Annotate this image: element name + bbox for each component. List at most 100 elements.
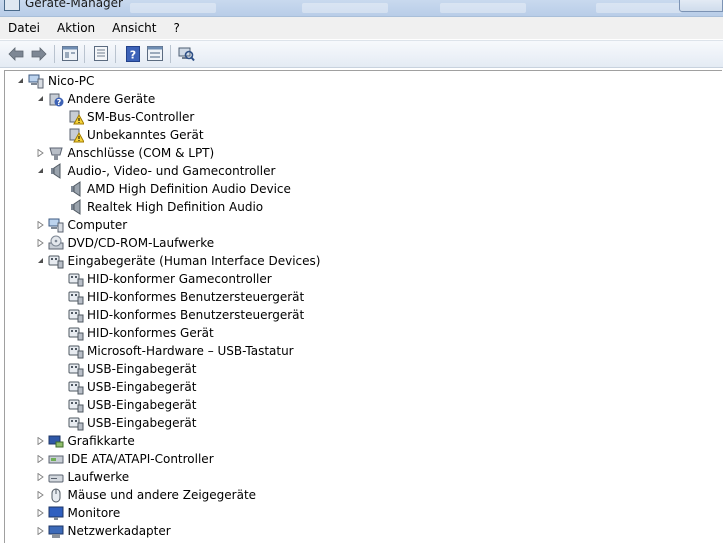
title-bar: Geräte-Manager <box>0 0 723 17</box>
tree-node-label: HID-konformer Gamecontroller <box>87 272 272 286</box>
tree-node-label: Andere Geräte <box>67 92 156 106</box>
tree-node-label: USB-Eingabegerät <box>87 398 197 412</box>
tree-category-node[interactable]: Anschlüsse (COM & LPT) <box>5 144 722 162</box>
expand-arrow-icon[interactable] <box>36 508 45 517</box>
tree-device-node[interactable]: HID-konformes Benutzersteuergerät <box>5 288 722 306</box>
menu-datei[interactable]: Datei <box>0 17 49 39</box>
mouse-icon <box>48 487 64 503</box>
tree-category-node[interactable]: Eingabegeräte (Human Interface Devices) <box>5 252 722 270</box>
menu-help[interactable]: ? <box>165 17 188 39</box>
tree-device-node[interactable]: AMD High Definition Audio Device <box>5 180 722 198</box>
tree-node-label: Realtek High Definition Audio <box>87 200 264 214</box>
toolbar-separator <box>84 45 85 63</box>
properties-icon[interactable] <box>61 45 78 62</box>
tree-category-node[interactable]: Computer <box>5 216 722 234</box>
tree-node-label: Unbekanntes Gerät <box>87 128 204 142</box>
tree-device-node[interactable]: USB-Eingabegerät <box>5 396 722 414</box>
computer-icon <box>48 217 64 233</box>
expand-arrow-icon[interactable] <box>36 148 45 157</box>
hid-icon <box>68 397 84 413</box>
warning-device-icon <box>68 127 85 143</box>
back-icon[interactable] <box>7 45 24 62</box>
tree-node-label: HID-konformes Gerät <box>87 326 214 340</box>
tree-category-node[interactable]: Laufwerke <box>5 468 722 486</box>
device-tree: Nico-PC? Andere Geräte SM-Bus-Controller Un… <box>4 70 722 543</box>
toolbar-separator <box>54 45 55 63</box>
tree-device-node[interactable]: USB-Eingabegerät <box>5 360 722 378</box>
toolbar-separator <box>170 45 171 63</box>
taskbar-ghost <box>440 3 526 13</box>
help-icon[interactable]: ? <box>124 45 141 62</box>
expand-arrow-icon[interactable] <box>36 526 45 535</box>
toolbar: ? <box>0 40 723 68</box>
hid-icon <box>68 361 84 377</box>
collapse-arrow-icon[interactable] <box>36 94 45 103</box>
expand-arrow-icon[interactable] <box>36 436 45 445</box>
tree-node-label: Audio-, Video- und Gamecontroller <box>67 164 276 178</box>
tree-node-label: Netzwerkadapter <box>67 524 171 538</box>
tree-node-label: USB-Eingabegerät <box>87 380 197 394</box>
tree-category-node[interactable]: Audio-, Video- und Gamecontroller <box>5 162 722 180</box>
tree-device-node[interactable]: HID-konformer Gamecontroller <box>5 270 722 288</box>
tree-device-node[interactable]: SM-Bus-Controller <box>5 108 722 126</box>
scan-hardware-icon[interactable] <box>178 45 195 62</box>
collapse-arrow-icon[interactable] <box>16 76 25 85</box>
list-icon[interactable] <box>92 45 109 62</box>
window-controls[interactable] <box>679 0 723 12</box>
device-manager-app-icon <box>4 0 20 11</box>
view-icon[interactable] <box>146 45 163 62</box>
tree-device-node[interactable]: Unbekanntes Gerät <box>5 126 722 144</box>
hid-icon <box>68 343 84 359</box>
collapse-arrow-icon[interactable] <box>36 256 45 265</box>
tree-root-node[interactable]: Nico-PC <box>5 72 722 90</box>
expand-arrow-icon[interactable] <box>36 454 45 463</box>
dvd-drive-icon <box>48 235 64 251</box>
tree-category-node[interactable]: DVD/CD-ROM-Laufwerke <box>5 234 722 252</box>
tree-device-node[interactable]: USB-Eingabegerät <box>5 414 722 432</box>
taskbar-ghost <box>130 3 216 13</box>
tree-category-node[interactable]: ? Andere Geräte <box>5 90 722 108</box>
tree-node-label: HID-konformes Benutzersteuergerät <box>87 308 305 322</box>
tree-category-node[interactable]: Monitore <box>5 504 722 522</box>
svg-text:?: ? <box>129 48 135 61</box>
tree-node-label: USB-Eingabegerät <box>87 362 197 376</box>
hid-icon <box>68 271 84 287</box>
tree-device-node[interactable]: Realtek High Definition Audio <box>5 198 722 216</box>
hid-icon <box>68 415 84 431</box>
tree-category-node[interactable]: Mäuse und andere Zeigegeräte <box>5 486 722 504</box>
window-title: Geräte-Manager <box>25 0 123 10</box>
tree-device-node[interactable]: USB-Eingabegerät <box>5 378 722 396</box>
warning-device-icon <box>68 109 85 125</box>
expand-arrow-icon[interactable] <box>36 472 45 481</box>
collapse-arrow-icon[interactable] <box>36 166 45 175</box>
hid-icon <box>68 379 84 395</box>
tree-category-node[interactable]: IDE ATA/ATAPI-Controller <box>5 450 722 468</box>
tree-node-label: DVD/CD-ROM-Laufwerke <box>67 236 215 250</box>
tree-category-node[interactable]: Netzwerkadapter <box>5 522 722 540</box>
monitor-icon <box>48 505 64 521</box>
speaker-icon <box>68 199 84 215</box>
tree-category-node[interactable]: Grafikkarte <box>5 432 722 450</box>
disk-drive-icon <box>48 469 64 485</box>
hid-icon <box>68 289 84 305</box>
tree-node-label: Anschlüsse (COM & LPT) <box>67 146 215 160</box>
taskbar-ghost <box>302 3 388 13</box>
menu-ansicht[interactable]: Ansicht <box>104 17 165 39</box>
tree-device-node[interactable]: Microsoft-Hardware – USB-Tastatur <box>5 342 722 360</box>
expand-arrow-icon[interactable] <box>36 238 45 247</box>
tree-node-label: SM-Bus-Controller <box>87 110 195 124</box>
menu-aktion[interactable]: Aktion <box>49 17 104 39</box>
forward-icon[interactable] <box>30 45 47 62</box>
tree-node-label: AMD High Definition Audio Device <box>87 182 291 196</box>
tree-device-node[interactable]: HID-konformes Gerät <box>5 324 722 342</box>
expand-arrow-icon[interactable] <box>36 490 45 499</box>
tree-node-label: Laufwerke <box>67 470 130 484</box>
expand-arrow-icon[interactable] <box>36 220 45 229</box>
tree-node-label: HID-konformes Benutzersteuergerät <box>87 290 305 304</box>
tree-node-label: Microsoft-Hardware – USB-Tastatur <box>87 344 294 358</box>
computer-icon <box>28 73 44 89</box>
network-adapter-icon <box>48 523 64 539</box>
speaker-icon <box>48 163 64 179</box>
tree-device-node[interactable]: HID-konformes Benutzersteuergerät <box>5 306 722 324</box>
tree-node-label: Mäuse und andere Zeigegeräte <box>67 488 257 502</box>
